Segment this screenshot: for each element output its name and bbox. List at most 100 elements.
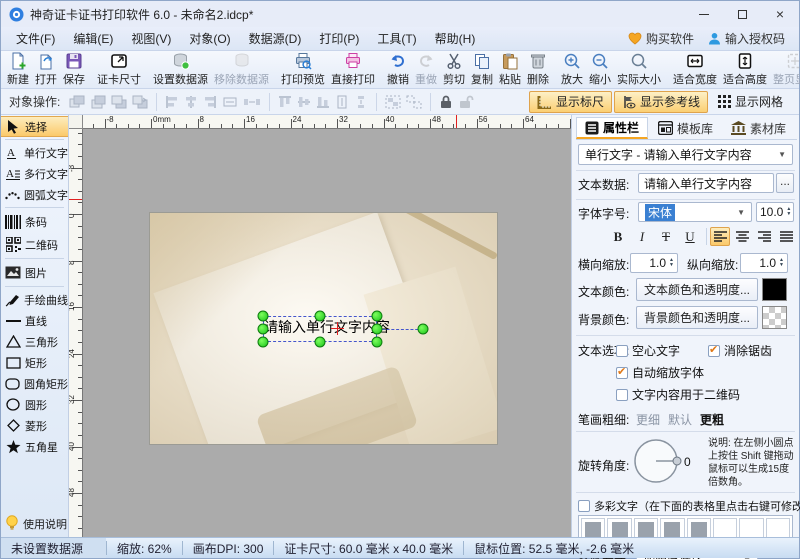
tool-triangle[interactable]: 三角形 xyxy=(1,331,68,352)
show-ruler-button[interactable]: 显示标尺 xyxy=(529,91,612,113)
selection-handle-mid-right[interactable] xyxy=(372,324,383,335)
tool-rounded-rectangle[interactable]: 圆角矩形 xyxy=(1,373,68,394)
hollow-text-checkbox[interactable]: 空心文字 xyxy=(616,342,680,359)
print-preview-button[interactable]: 打印预览 xyxy=(278,52,328,88)
new-button[interactable]: 新建 xyxy=(4,52,32,88)
tool-barcode[interactable]: 条码 xyxy=(1,210,68,233)
stepper-arrows-icon[interactable]: ▲▼ xyxy=(669,258,674,268)
asset-library-icon xyxy=(731,121,746,135)
rotation-handle[interactable] xyxy=(418,324,429,335)
selection-handle-bottom-right[interactable] xyxy=(372,337,383,348)
underline-button[interactable]: U xyxy=(680,227,700,246)
buy-software-button[interactable]: 购买软件 xyxy=(628,30,694,47)
text-color-swatch[interactable] xyxy=(762,278,787,301)
show-grid-button[interactable]: 显示网格 xyxy=(710,91,791,113)
selection-handle-top-right[interactable] xyxy=(372,311,383,322)
tool-freehand-curve[interactable]: 手绘曲线 xyxy=(1,289,68,310)
save-button[interactable]: 保存 xyxy=(60,52,88,88)
help-button[interactable]: 使用说明 xyxy=(1,511,68,537)
menu-file[interactable]: 文件(F) xyxy=(7,27,64,50)
selection-handle-mid-left[interactable] xyxy=(258,324,269,335)
stroke-thicker-button[interactable]: 更粗 xyxy=(700,411,724,428)
italic-button[interactable]: I xyxy=(632,227,652,246)
undo-button[interactable]: 撤销 xyxy=(384,52,412,88)
menu-datasource[interactable]: 数据源(D) xyxy=(240,27,311,50)
ungroup-icon xyxy=(406,95,422,109)
fit-width-button[interactable]: 适合宽度 xyxy=(670,52,720,88)
actual-size-icon xyxy=(630,52,648,70)
minimize-button[interactable] xyxy=(685,1,723,27)
copy-button[interactable]: 复制 xyxy=(468,52,496,88)
tool-qrcode[interactable]: 二维码 xyxy=(1,233,68,256)
align-justify-button[interactable] xyxy=(776,227,796,246)
text-data-more-button[interactable]: ... xyxy=(776,173,794,193)
stroke-thinner-button[interactable]: 更细 xyxy=(636,411,660,428)
multicolor-text-checkbox[interactable]: 多彩文字（在下面的表格里点击右键可修改颜色） xyxy=(578,498,800,514)
status-datasource: 未设置数据源 xyxy=(1,538,106,558)
open-document-icon xyxy=(37,52,55,70)
align-left-button[interactable] xyxy=(710,227,730,246)
close-button[interactable]: × xyxy=(761,1,799,27)
tool-rectangle[interactable]: 矩形 xyxy=(1,352,68,373)
actual-size-button[interactable]: 实际大小 xyxy=(614,52,664,88)
h-scale-stepper[interactable]: 1.0▲▼ xyxy=(630,253,678,273)
tab-properties[interactable]: 属性栏 xyxy=(576,117,648,139)
stepper-arrows-icon[interactable]: ▲▼ xyxy=(786,207,791,217)
text-color-button[interactable]: 文本颜色和透明度... xyxy=(636,278,758,301)
bg-color-swatch[interactable] xyxy=(762,306,787,329)
antialias-checkbox[interactable]: 消除锯齿 xyxy=(708,342,772,359)
selection-handle-bottom-left[interactable] xyxy=(258,337,269,348)
tool-circle[interactable]: 圆形 xyxy=(1,394,68,415)
checkbox-icon xyxy=(616,389,628,401)
tool-multi-line-text[interactable]: A多行文字 xyxy=(1,163,68,184)
menu-help[interactable]: 帮助(H) xyxy=(426,27,485,50)
bg-color-button[interactable]: 背景颜色和透明度... xyxy=(636,306,758,329)
strikethrough-button[interactable]: T xyxy=(656,227,676,246)
zoom-out-button[interactable]: 缩小 xyxy=(586,52,614,88)
menu-edit[interactable]: 编辑(E) xyxy=(64,27,122,50)
design-canvas[interactable]: 请输入单行文字内容 xyxy=(83,129,571,537)
tool-image[interactable]: 图片 xyxy=(1,261,68,284)
tool-star[interactable]: 五角星 xyxy=(1,436,68,457)
direct-print-button[interactable]: 直接打印 xyxy=(328,52,378,88)
align-center-button[interactable] xyxy=(732,227,752,246)
paste-button[interactable]: 粘贴 xyxy=(496,52,524,88)
text-for-qrcode-checkbox[interactable]: 文字内容用于二维码 xyxy=(616,386,740,403)
menu-view[interactable]: 视图(V) xyxy=(122,27,180,50)
selection-handle-top-left[interactable] xyxy=(258,311,269,322)
enter-license-button[interactable]: 输入授权码 xyxy=(708,30,785,47)
align-right-button[interactable] xyxy=(754,227,774,246)
tool-diamond[interactable]: 菱形 xyxy=(1,415,68,436)
zoom-in-button[interactable]: 放大 xyxy=(558,52,586,88)
font-size-stepper[interactable]: 10.0▲▼ xyxy=(756,202,794,222)
template-library-icon xyxy=(658,121,673,135)
card-size-button[interactable]: 证卡尺寸 xyxy=(94,52,144,88)
menu-object[interactable]: 对象(O) xyxy=(180,27,239,50)
tab-assets[interactable]: 素材库 xyxy=(723,117,794,139)
menu-print[interactable]: 打印(P) xyxy=(310,27,368,50)
stepper-arrows-icon[interactable]: ▲▼ xyxy=(779,258,784,268)
open-button[interactable]: 打开 xyxy=(32,52,60,88)
show-guides-button[interactable]: 显示参考线 xyxy=(614,91,708,113)
tool-single-line-text[interactable]: A单行文字 xyxy=(1,142,68,163)
set-datasource-button[interactable]: 设置数据源 xyxy=(150,52,211,88)
tool-select[interactable]: 选择 xyxy=(1,116,68,137)
tool-arc-text[interactable]: 圆弧文字 xyxy=(1,184,68,205)
stroke-default-button[interactable]: 默认 xyxy=(668,411,692,428)
text-data-field[interactable]: 请输入单行文字内容 xyxy=(638,173,774,193)
bold-button[interactable]: B xyxy=(608,227,628,246)
maximize-button[interactable] xyxy=(723,1,761,27)
lock-icon[interactable] xyxy=(439,94,453,109)
font-family-dropdown[interactable]: 宋体▼ xyxy=(638,202,752,222)
tab-templates[interactable]: 模板库 xyxy=(650,117,721,139)
fit-height-button[interactable]: 适合高度 xyxy=(720,52,770,88)
autoscale-font-checkbox[interactable]: 自动缩放字体 xyxy=(616,364,704,381)
tool-line[interactable]: 直线 xyxy=(1,310,68,331)
selection-handle-bottom-center[interactable] xyxy=(315,337,326,348)
object-selector-dropdown[interactable]: 单行文字 - 请输入单行文字内容▼ xyxy=(578,144,793,165)
v-scale-stepper[interactable]: 1.0▲▼ xyxy=(740,253,788,273)
cut-button[interactable]: 剪切 xyxy=(440,52,468,88)
selection-handle-top-center[interactable] xyxy=(315,311,326,322)
delete-button[interactable]: 删除 xyxy=(524,52,552,88)
menu-tools[interactable]: 工具(T) xyxy=(368,27,425,50)
